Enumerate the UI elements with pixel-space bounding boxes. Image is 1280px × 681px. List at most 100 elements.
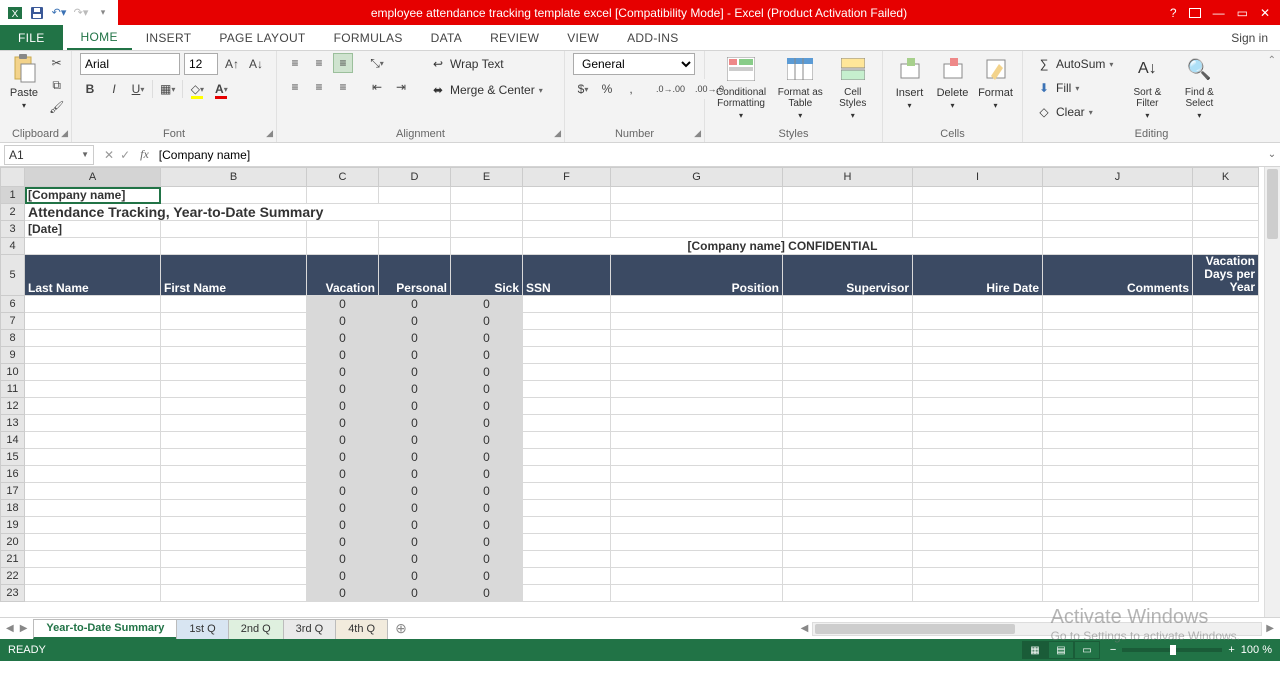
cell[interactable]: 0 [307, 448, 379, 465]
cell[interactable] [161, 187, 307, 204]
cell[interactable] [913, 221, 1043, 238]
row-header[interactable]: 20 [1, 533, 25, 550]
cell[interactable] [161, 346, 307, 363]
cell[interactable] [783, 499, 913, 516]
cell[interactable] [25, 380, 161, 397]
cell[interactable] [611, 516, 783, 533]
cell[interactable] [523, 448, 611, 465]
cell[interactable] [1193, 482, 1259, 499]
cell[interactable] [25, 465, 161, 482]
normal-view-icon[interactable]: ▦ [1022, 641, 1048, 659]
cell[interactable]: 0 [379, 516, 451, 533]
cell[interactable]: 0 [307, 329, 379, 346]
table-header-cell[interactable]: Vacation Days per Year [1193, 255, 1259, 296]
cell[interactable] [1043, 482, 1193, 499]
font-size-input[interactable] [184, 53, 218, 75]
cell[interactable] [1193, 221, 1259, 238]
row-header[interactable]: 9 [1, 346, 25, 363]
cell[interactable] [523, 516, 611, 533]
cell[interactable] [913, 380, 1043, 397]
horizontal-scrollbar[interactable]: ◀▶ [415, 622, 1280, 636]
cell[interactable] [25, 431, 161, 448]
cell[interactable] [783, 397, 913, 414]
cell[interactable] [913, 516, 1043, 533]
align-left-icon[interactable]: ≡ [285, 77, 305, 97]
font-color-button[interactable]: A [211, 79, 231, 99]
cell[interactable] [611, 482, 783, 499]
cell[interactable] [307, 238, 379, 255]
table-header-cell[interactable]: First Name [161, 255, 307, 296]
cell[interactable] [25, 295, 161, 312]
cell[interactable] [451, 204, 523, 221]
cell[interactable] [1043, 550, 1193, 567]
cell[interactable] [1193, 567, 1259, 584]
cell[interactable] [783, 312, 913, 329]
namebox-dropdown-icon[interactable]: ▼ [81, 150, 89, 159]
paste-button[interactable]: Paste▾ [8, 53, 40, 110]
cell[interactable]: 0 [451, 448, 523, 465]
cell[interactable] [523, 329, 611, 346]
wrap-text-button[interactable]: ↩Wrap Text [425, 53, 548, 75]
cell[interactable] [25, 346, 161, 363]
copy-icon[interactable]: ⧉ [46, 75, 67, 95]
zoom-out-button[interactable]: − [1110, 644, 1116, 656]
select-all-corner[interactable] [1, 168, 25, 187]
cell[interactable] [611, 221, 783, 238]
cell[interactable] [161, 363, 307, 380]
cell[interactable]: 0 [307, 431, 379, 448]
align-top-icon[interactable]: ≡ [285, 53, 305, 73]
column-header[interactable]: B [161, 168, 307, 187]
align-middle-icon[interactable]: ≡ [309, 53, 329, 73]
cell[interactable] [913, 295, 1043, 312]
cell[interactable] [451, 221, 523, 238]
column-header[interactable]: A [25, 168, 161, 187]
cell[interactable] [523, 363, 611, 380]
cell[interactable] [1193, 465, 1259, 482]
cell[interactable] [161, 221, 307, 238]
cell[interactable] [1193, 329, 1259, 346]
cell[interactable] [1193, 431, 1259, 448]
redo-icon[interactable]: ↷▾ [72, 4, 90, 22]
cell[interactable]: 0 [307, 295, 379, 312]
table-header-cell[interactable]: Comments [1043, 255, 1193, 296]
conditional-formatting-button[interactable]: Conditional Formatting▾ [713, 53, 769, 120]
cell[interactable]: 0 [379, 533, 451, 550]
cell[interactable]: 0 [451, 414, 523, 431]
cancel-formula-icon[interactable]: ✕ [104, 148, 114, 162]
minimize-icon[interactable]: — [1213, 6, 1225, 20]
undo-icon[interactable]: ↶▾ [50, 4, 68, 22]
cell[interactable] [1043, 363, 1193, 380]
collapse-ribbon-icon[interactable]: ⌃ [1268, 55, 1276, 66]
worksheet-grid[interactable]: ABCDEFGHIJK1[Company name]2Attendance Tr… [0, 167, 1280, 617]
number-format-select[interactable]: General [573, 53, 695, 75]
cell[interactable] [523, 221, 611, 238]
cell[interactable] [1193, 346, 1259, 363]
cell[interactable]: 0 [451, 584, 523, 601]
cell[interactable]: 0 [379, 482, 451, 499]
cell[interactable] [611, 431, 783, 448]
cell[interactable]: 0 [307, 567, 379, 584]
ribbon-display-icon[interactable] [1189, 8, 1201, 18]
row-header[interactable]: 14 [1, 431, 25, 448]
cell[interactable]: 0 [451, 312, 523, 329]
accounting-format-icon[interactable]: $ [573, 79, 593, 99]
cell[interactable] [783, 533, 913, 550]
cell[interactable] [523, 380, 611, 397]
cell[interactable] [161, 533, 307, 550]
decrease-font-icon[interactable]: A↓ [246, 54, 266, 74]
cell[interactable] [307, 221, 379, 238]
format-cells-button[interactable]: Format▾ [977, 53, 1014, 110]
underline-button[interactable]: U [128, 79, 148, 99]
cell[interactable] [611, 499, 783, 516]
cell[interactable] [611, 187, 783, 204]
close-icon[interactable]: ✕ [1260, 6, 1270, 20]
delete-cells-button[interactable]: Delete▾ [934, 53, 971, 110]
cell[interactable] [1193, 550, 1259, 567]
cell[interactable] [1043, 431, 1193, 448]
cell[interactable] [611, 584, 783, 601]
cell[interactable]: 0 [307, 516, 379, 533]
cell[interactable] [523, 397, 611, 414]
cell[interactable]: 0 [379, 414, 451, 431]
fill-button[interactable]: ⬇Fill [1031, 77, 1118, 99]
tab-home[interactable]: HOME [67, 25, 132, 50]
